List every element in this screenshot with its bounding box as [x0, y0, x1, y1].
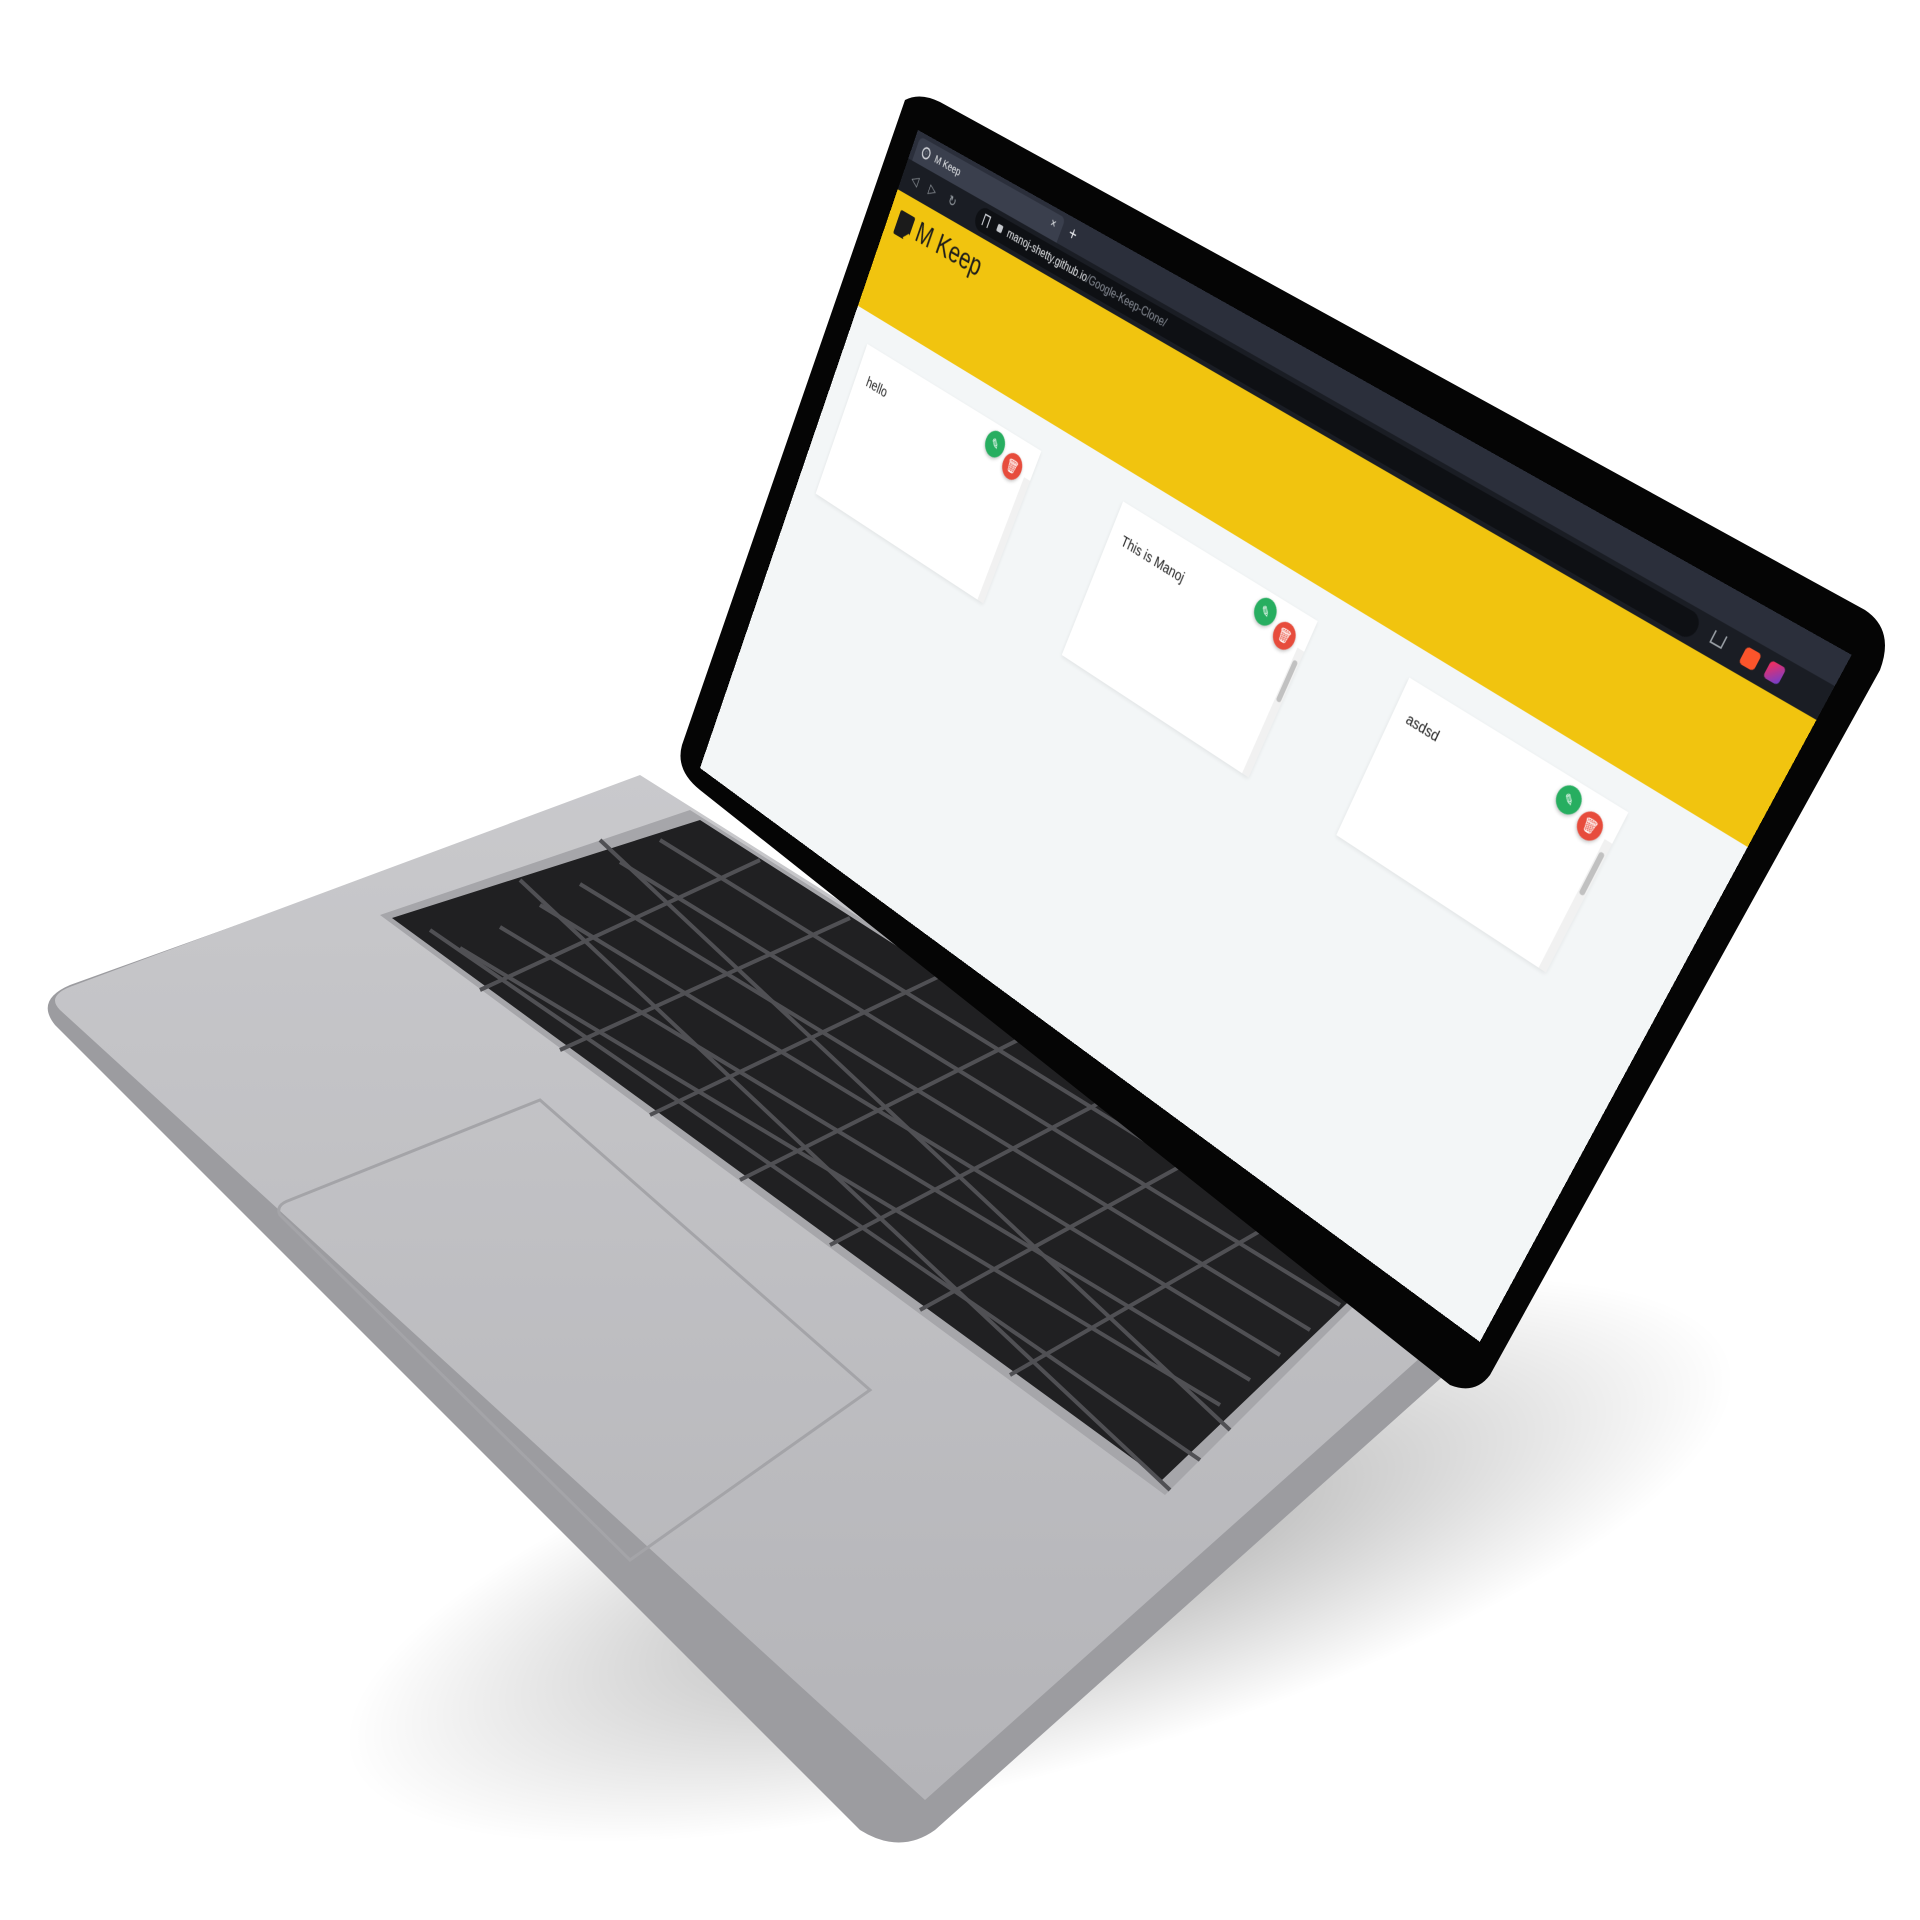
note-scrollbar[interactable] [977, 477, 1030, 603]
laptop-mockup: ◌ M Keep × + ◁ ▷ ↻ manoj-shetty.github.i… [0, 0, 1920, 1920]
close-icon[interactable]: × [1048, 216, 1058, 232]
lock-icon [996, 224, 1004, 234]
share-icon[interactable] [1709, 630, 1727, 649]
brave-shields-icon[interactable] [1738, 646, 1762, 671]
note-text: This is Manoj [1118, 533, 1186, 587]
new-tab-button[interactable]: + [1065, 222, 1080, 246]
globe-icon: ◌ [920, 145, 932, 161]
reload-icon[interactable]: ↻ [944, 190, 960, 212]
back-icon[interactable]: ◁ [907, 169, 923, 191]
scrollbar-thumb[interactable] [1276, 659, 1299, 703]
bookmark-icon[interactable] [981, 213, 991, 228]
note-text: asdsd [1403, 711, 1442, 747]
note-scrollbar[interactable] [1242, 648, 1304, 778]
note-text: hello [864, 374, 889, 402]
delete-note-button[interactable]: 🗑 [999, 449, 1026, 484]
keep-logo-icon [893, 210, 915, 242]
forward-icon[interactable]: ▷ [925, 179, 941, 201]
delete-note-button[interactable]: 🗑 [1572, 806, 1607, 845]
scrollbar-thumb[interactable] [1579, 851, 1606, 896]
delete-note-button[interactable]: 🗑 [1269, 617, 1300, 654]
brave-rewards-icon[interactable] [1763, 660, 1787, 685]
note-scrollbar[interactable] [1539, 839, 1613, 972]
